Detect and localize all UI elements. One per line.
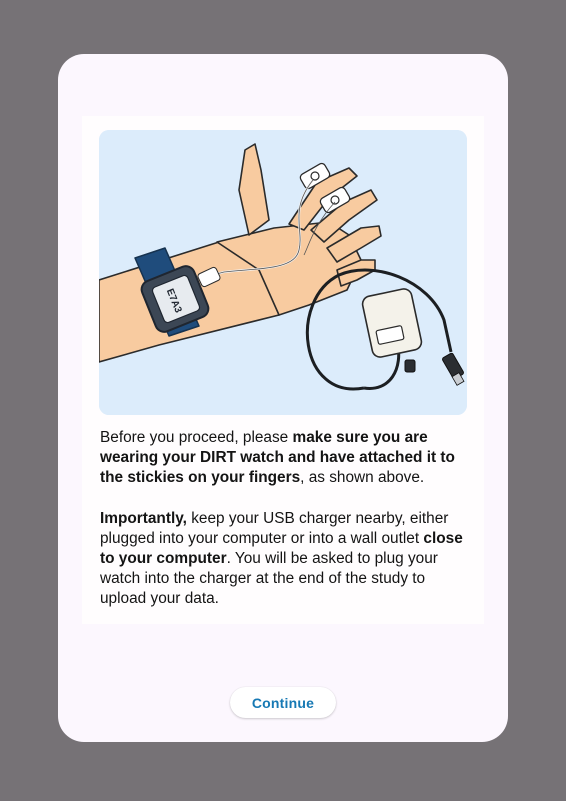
watch-setup-illustration: E7A3 xyxy=(99,130,467,415)
dialog: E7A3 Before you proceed, please make sur… xyxy=(58,54,508,742)
continue-button[interactable]: Continue xyxy=(230,687,336,718)
instructions-p2-emphasis-1: Importantly, xyxy=(100,509,187,527)
instructions-paragraph-2: Importantly, keep your USB charger nearb… xyxy=(100,509,472,610)
instructions-p1-pre: Before you proceed, please xyxy=(100,429,293,446)
content-card: E7A3 Before you proceed, please make sur… xyxy=(82,116,484,624)
instructions-text: Before you proceed, please make sure you… xyxy=(100,428,472,610)
instructions-paragraph-1: Before you proceed, please make sure you… xyxy=(100,428,472,489)
instructions-p1-post: , as shown above. xyxy=(300,469,425,487)
